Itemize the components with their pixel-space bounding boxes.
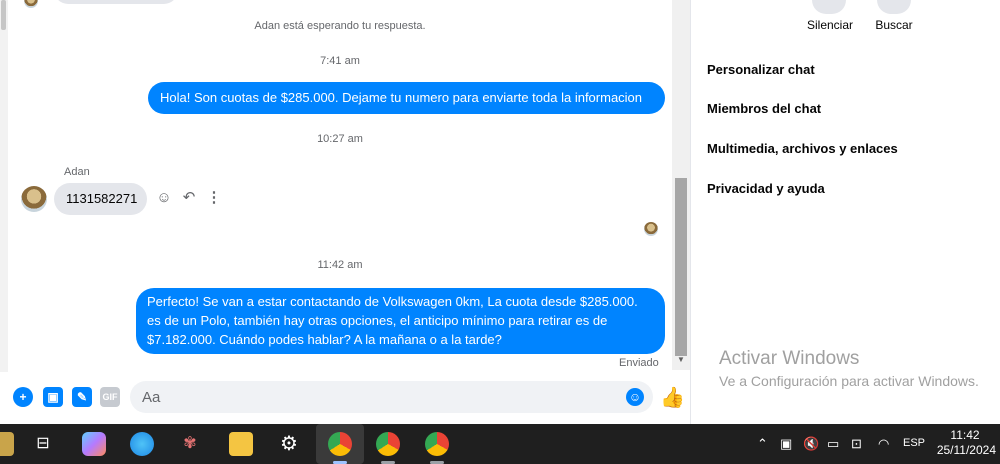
search-button[interactable]: Buscar bbox=[873, 0, 915, 32]
clock[interactable]: 11:42 25/11/2024 bbox=[934, 428, 996, 458]
scrollbar-thumb[interactable] bbox=[675, 178, 687, 356]
menu-item-media-files-links[interactable]: Multimedia, archivos y enlaces bbox=[707, 141, 898, 156]
outgoing-message[interactable]: Hola! Son cuotas de $285.000. Dejame tu … bbox=[148, 82, 665, 114]
chrome-icon[interactable] bbox=[328, 432, 352, 456]
volume-muted-icon[interactable]: 🔇 bbox=[803, 436, 819, 452]
edge-icon[interactable] bbox=[130, 432, 154, 456]
plus-icon[interactable]: + bbox=[13, 387, 33, 407]
chrome-profile-icon[interactable] bbox=[376, 432, 400, 456]
language-indicator[interactable]: ESP bbox=[903, 437, 925, 449]
gif-icon[interactable]: GIF bbox=[100, 387, 120, 407]
left-scroll-strip[interactable] bbox=[0, 0, 8, 424]
message-time: 11:42 am bbox=[317, 259, 363, 271]
chevron-up-icon[interactable]: ⌃ bbox=[757, 436, 768, 452]
delivery-status: Enviado bbox=[619, 357, 659, 369]
activation-watermark-title: Activar Windows bbox=[719, 348, 860, 369]
menu-item-customize-chat[interactable]: Personalizar chat bbox=[707, 62, 815, 77]
message-line: es de un Polo, también hay otras opcione… bbox=[147, 313, 608, 328]
messenger-window: Adan está esperando tu respuesta. 7:41 a… bbox=[0, 0, 1000, 424]
chat-panel: Adan está esperando tu respuesta. 7:41 a… bbox=[0, 0, 690, 424]
react-icon[interactable]: ☺ bbox=[155, 189, 173, 207]
search-icon bbox=[877, 0, 911, 14]
clock-date: 25/11/2024 bbox=[936, 443, 996, 457]
message-input[interactable] bbox=[130, 381, 600, 413]
paint-icon[interactable]: ✾ bbox=[178, 432, 202, 456]
widgets-icon[interactable] bbox=[0, 432, 14, 456]
settings-icon[interactable]: ⚙ bbox=[277, 432, 301, 456]
copilot-icon[interactable] bbox=[82, 432, 106, 456]
scroll-down-arrow[interactable]: ▼ bbox=[676, 355, 686, 365]
reply-icon[interactable]: ↶ bbox=[180, 189, 198, 207]
battery-icon[interactable]: ▭ bbox=[827, 436, 839, 452]
chrome-profile-icon[interactable] bbox=[425, 432, 449, 456]
message-time: 10:27 am bbox=[317, 133, 363, 145]
emoji-icon[interactable]: ☺ bbox=[626, 388, 644, 406]
previous-message-bubble bbox=[54, 0, 178, 4]
avatar bbox=[24, 0, 38, 8]
network-icon[interactable]: ⊡ bbox=[851, 436, 862, 452]
composer: + ▣ ✎ GIF ☺ 👍 bbox=[0, 372, 690, 424]
taskbar: ⊟ ✾ ⚙ ⌃ ▣ 🔇 ▭ ⊡ ◠ ESP 11:42 25/11/2024 bbox=[0, 424, 1000, 464]
thumbs-up-icon[interactable]: 👍 bbox=[660, 387, 685, 409]
search-label: Buscar bbox=[875, 18, 913, 32]
message-input-container[interactable]: ☺ bbox=[130, 381, 653, 413]
file-explorer-icon[interactable] bbox=[229, 432, 253, 456]
sticker-icon[interactable]: ✎ bbox=[72, 387, 92, 407]
read-receipt-avatar bbox=[644, 222, 658, 236]
message-time: 7:41 am bbox=[320, 55, 360, 67]
more-options-icon[interactable]: ⋮ bbox=[205, 189, 223, 207]
message-line: Perfecto! Se van a estar contactando de … bbox=[147, 294, 638, 309]
device-icon[interactable]: ▣ bbox=[780, 436, 792, 452]
clock-time: 11:42 bbox=[950, 428, 980, 442]
outgoing-message[interactable]: Perfecto! Se van a estar contactando de … bbox=[136, 288, 665, 354]
waiting-notice: Adan está esperando tu respuesta. bbox=[254, 20, 426, 32]
menu-item-privacy-help[interactable]: Privacidad y ayuda bbox=[707, 181, 825, 196]
mute-button[interactable]: Silenciar bbox=[807, 0, 854, 32]
menu-item-chat-members[interactable]: Miembros del chat bbox=[707, 101, 821, 116]
wifi-icon[interactable]: ◠ bbox=[878, 436, 889, 452]
task-view-icon[interactable]: ⊟ bbox=[31, 432, 55, 456]
sender-name: Adan bbox=[64, 166, 90, 178]
contact-avatar[interactable] bbox=[21, 186, 47, 212]
incoming-message[interactable]: 1131582271 bbox=[54, 183, 147, 215]
mute-label: Silenciar bbox=[807, 18, 854, 32]
activation-watermark-subtitle: Ve a Configuración para activar Windows. bbox=[719, 373, 979, 389]
photo-icon[interactable]: ▣ bbox=[43, 387, 63, 407]
message-line: $7.182.000. Cuándo podes hablar? A la ma… bbox=[147, 332, 502, 347]
bell-icon bbox=[812, 0, 846, 14]
